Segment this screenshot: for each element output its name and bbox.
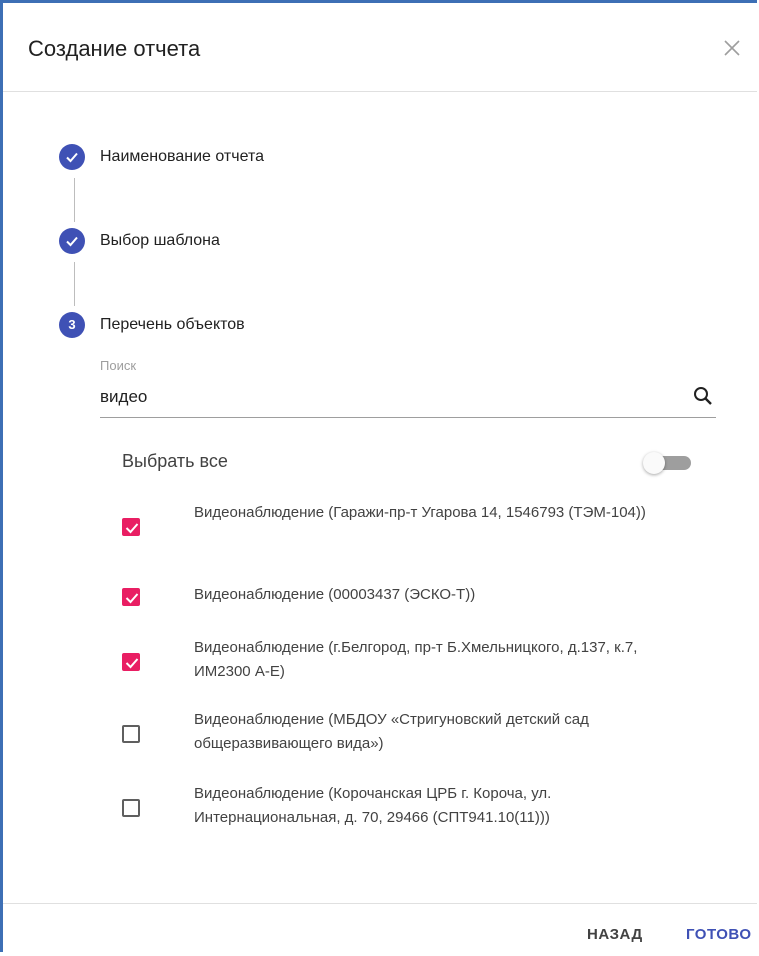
item-label: Видеонаблюдение (Гаражи-пр-т Угарова 14,…: [194, 504, 646, 521]
check-icon: [125, 658, 139, 669]
item-checkbox[interactable]: [122, 725, 140, 743]
item-checkbox[interactable]: [122, 518, 140, 536]
toggle-thumb: [643, 452, 665, 474]
select-all-label: Выбрать все: [122, 451, 228, 471]
back-button[interactable]: НАЗАД: [587, 926, 643, 943]
dialog-title: Создание отчета: [28, 36, 201, 61]
dialog-footer: НАЗАД ГОТОВО: [3, 903, 757, 956]
search-icon[interactable]: [691, 384, 715, 408]
report-dialog: Создание отчета Наименование отчета Выбо…: [0, 0, 757, 952]
item-label: Видеонаблюдение (Корочанская ЦРБ г. Коро…: [194, 785, 552, 826]
check-icon: [66, 152, 78, 163]
search-underline: [100, 417, 716, 418]
step-number-badge: 3: [59, 312, 85, 338]
step-completed-badge: [59, 144, 85, 170]
step-label: Выбор шаблона: [100, 232, 220, 249]
close-icon[interactable]: [721, 37, 743, 59]
item-label: Видеонаблюдение (00003437 (ЭСКО-Т)): [194, 586, 476, 603]
check-icon: [66, 236, 78, 247]
check-icon: [125, 593, 139, 604]
dialog-header: Создание отчета: [3, 3, 757, 92]
item-label: Видеонаблюдение (г.Белгород, пр-т Б.Хмел…: [194, 639, 638, 680]
step-connector: [74, 178, 75, 222]
step-label: Перечень объектов: [100, 316, 245, 333]
step-completed-badge: [59, 228, 85, 254]
step-label: Наименование отчета: [100, 148, 264, 165]
search-input[interactable]: [100, 383, 688, 411]
item-label: Видеонаблюдение (МБДОУ «Стригуновский де…: [194, 711, 589, 752]
step-connector: [74, 262, 75, 306]
step-number: 3: [68, 317, 76, 332]
item-checkbox[interactable]: [122, 588, 140, 606]
item-checkbox[interactable]: [122, 653, 140, 671]
search-label: Поиск: [100, 358, 137, 373]
select-all-toggle[interactable]: [643, 452, 693, 474]
check-icon: [125, 523, 139, 534]
done-button[interactable]: ГОТОВО: [686, 926, 752, 943]
item-checkbox[interactable]: [122, 799, 140, 817]
